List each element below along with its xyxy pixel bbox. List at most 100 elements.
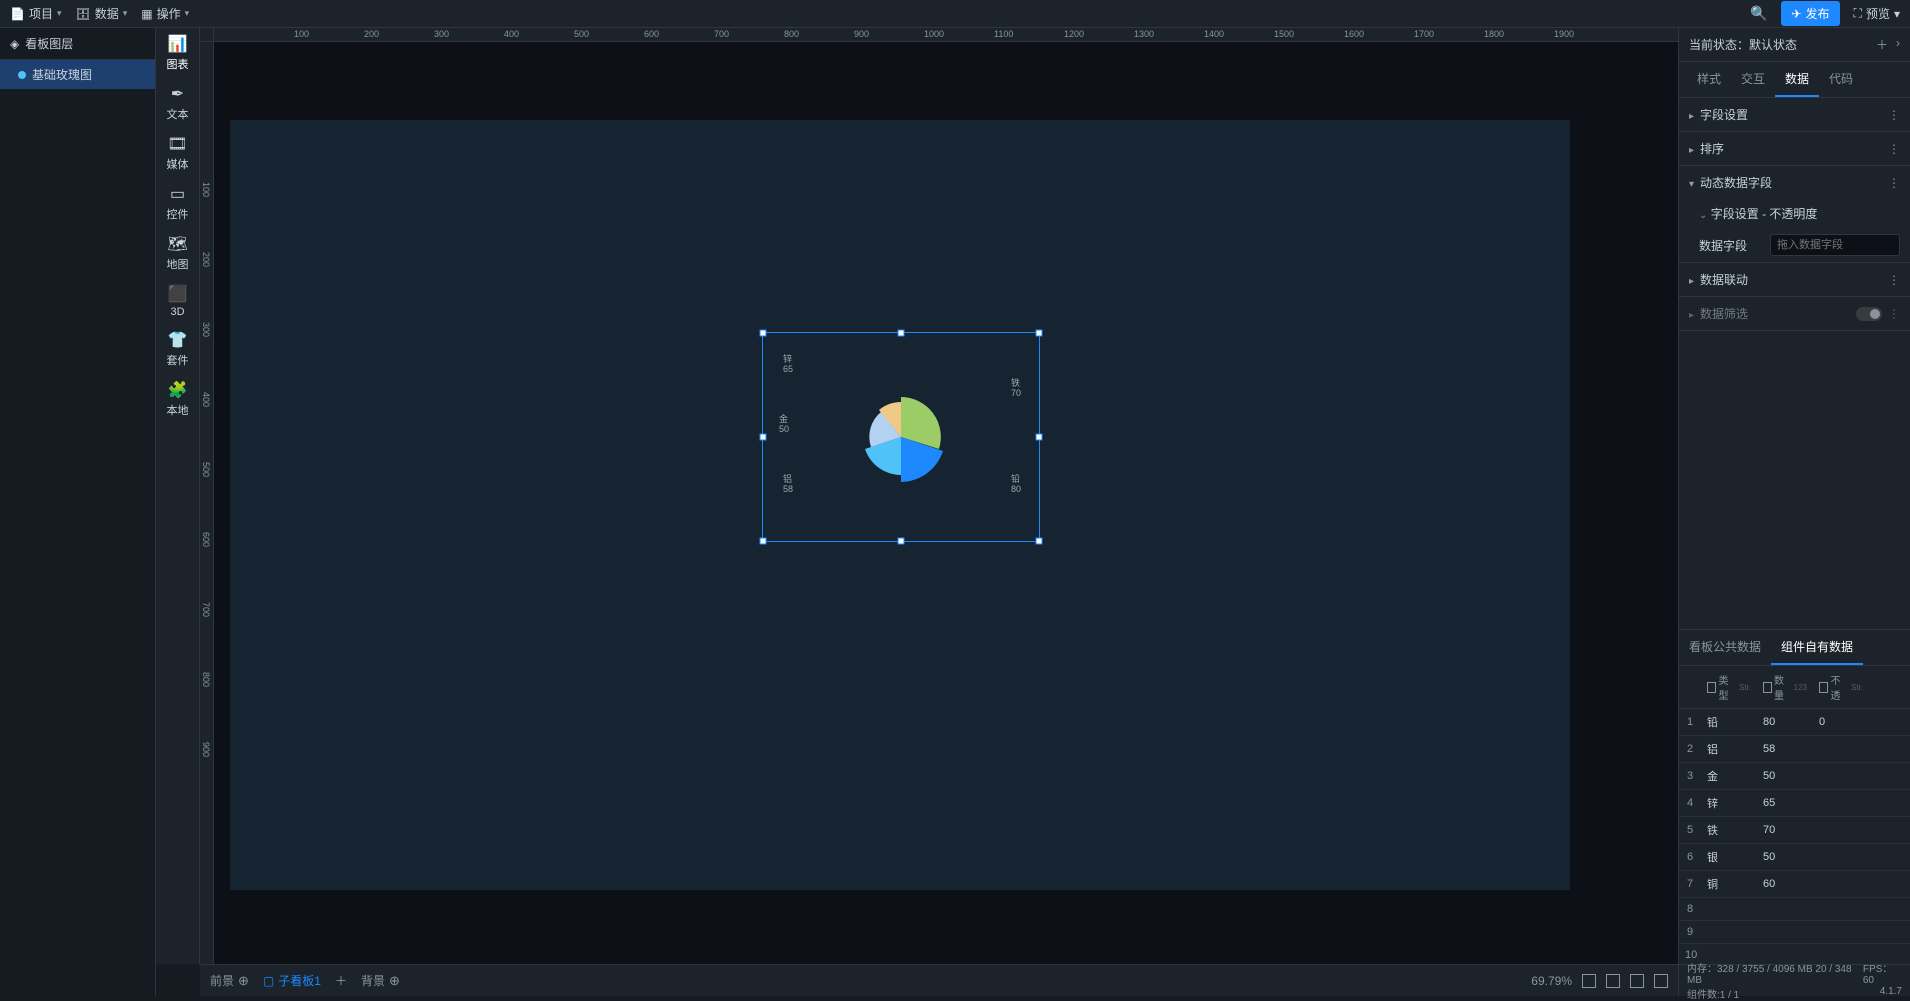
more-icon[interactable]: ⋮ [1888,142,1900,156]
table-row[interactable]: 7铜60 [1679,871,1910,898]
tab-style[interactable]: 样式 [1687,62,1731,97]
grid-icon: ▦ [141,7,152,21]
tab-code[interactable]: 代码 [1819,62,1863,97]
table-row[interactable]: 6银50 [1679,844,1910,871]
chevron-down-icon: ▾ [185,8,190,19]
tab-data[interactable]: 数据 [1775,62,1819,97]
more-icon[interactable]: ⋮ [1888,108,1900,122]
table-row[interactable]: 8 [1679,898,1910,921]
data-source-tabs: 看板公共数据 组件自有数据 [1679,629,1910,666]
table-row[interactable]: 1铅800 [1679,709,1910,736]
col-checkbox[interactable] [1707,682,1716,693]
chevron-down-icon: ▾ [1689,179,1694,190]
search-icon[interactable]: 🔍 [1750,5,1767,22]
fullscreen-icon: ⛶ [1854,6,1862,21]
add-circle-icon[interactable]: ⊕ [238,973,249,989]
fit-icon-2[interactable] [1606,974,1620,988]
menu-data[interactable]: 🗄 数据 ▾ [76,5,128,22]
more-icon[interactable]: ⋮ [1888,273,1900,287]
ruler-vertical[interactable]: 100200300 400500600 700800900 [200,42,214,964]
table-row[interactable]: 2铝58 [1679,736,1910,763]
section-field-settings[interactable]: ▸字段设置 ⋮ [1679,98,1910,131]
property-tabs: 样式 交互 数据 代码 [1679,62,1910,98]
table-row[interactable]: 5铁70 [1679,817,1910,844]
layer-status-dot [18,71,26,79]
plus-icon[interactable]: ＋ [1876,36,1888,53]
chevron-right-icon: ▸ [1689,276,1694,287]
chevron-down-icon: ▾ [57,8,62,19]
toolbar-local[interactable]: 🧩 本地 [167,380,189,418]
media-icon: 🎞 [167,134,187,154]
panel-icon: ▢ [263,974,274,988]
selected-component[interactable]: 锌65 铁70 铅80 铝58 金50 [762,332,1040,542]
more-icon[interactable]: ⋮ [1888,307,1900,321]
text-icon: ✒ [171,84,184,104]
add-circle-icon[interactable]: ⊕ [389,973,400,989]
table-row[interactable]: 4锌65 [1679,790,1910,817]
layer-panel-header: ◈ 看板图层 [0,28,155,60]
tab-subpanel[interactable]: ▢ 子看板1 [263,972,321,989]
chevron-down-icon: ▾ [123,8,128,19]
component-toolbar: 📊 图表 ✒ 文本 🎞 媒体 ▭ 控件 🗺 地图 ⬛ 3D 👕 套件 🧩 本地 [156,28,200,964]
data-table-header: 类型Str. 数量123 不透Str. [1679,666,1910,709]
col-checkbox[interactable] [1819,682,1828,693]
data-field-input[interactable] [1770,234,1900,256]
status-bar: 内存：328 / 3755 / 4096 MB 20 / 348 MB FPS：… [1678,964,1910,996]
ruler-horizontal[interactable]: 100200300 400500600 700800900 1000110012… [214,28,1678,42]
table-row[interactable]: 9 [1679,921,1910,944]
grid-toggle-icon[interactable] [1630,974,1644,988]
chart-label-iron: 铁70 [1011,379,1021,399]
section-data-link[interactable]: ▸数据联动 ⋮ [1679,263,1910,296]
filter-toggle[interactable] [1856,307,1882,321]
file-icon: 📄 [10,7,25,21]
resize-handle[interactable] [1036,330,1043,337]
section-sort[interactable]: ▸排序 ⋮ [1679,132,1910,165]
data-tab-own[interactable]: 组件自有数据 [1771,630,1863,665]
data-field-row: 数据字段 [1679,228,1910,262]
chevron-right-icon[interactable]: › [1896,36,1900,53]
table-row[interactable]: 3金50 [1679,763,1910,790]
toolbar-3d[interactable]: ⬛ 3D [168,284,188,318]
map-icon: 🗺 [167,234,187,254]
resize-handle[interactable] [760,434,767,441]
toolbar-map[interactable]: 🗺 地图 [167,234,189,272]
resize-handle[interactable] [1036,538,1043,545]
tab-add[interactable]: ＋ [335,972,347,989]
chart-label-alum: 铝58 [783,475,793,495]
toolbar-control[interactable]: ▭ 控件 [167,184,189,222]
canvas-inner[interactable]: 锌65 铁70 铅80 铝58 金50 [214,42,1678,964]
publish-button[interactable]: ✈ 发布 [1781,1,1839,26]
resize-handle[interactable] [898,538,905,545]
preview-button[interactable]: ⛶ 预览 ▾ [1854,5,1900,22]
layer-item-rose-chart[interactable]: 基础玫瑰图 [0,60,155,89]
layers-icon: ◈ [10,37,19,51]
toolbar-suite[interactable]: 👕 套件 [167,330,189,368]
resize-handle[interactable] [898,330,905,337]
top-menu-bar: 📄 项目 ▾ 🗄 数据 ▾ ▦ 操作 ▾ 🔍 ✈ 发布 ⛶ 预览 ▾ [0,0,1910,28]
resize-handle[interactable] [1036,434,1043,441]
menu-operate[interactable]: ▦ 操作 ▾ [141,5,189,22]
resize-handle[interactable] [760,538,767,545]
fit-icon[interactable] [1582,974,1596,988]
resize-handle[interactable] [760,330,767,337]
section-dynamic-field[interactable]: ▾动态数据字段 ⋮ [1679,166,1910,199]
toolbar-media[interactable]: 🎞 媒体 [167,134,189,172]
tab-background[interactable]: 背景 ⊕ [361,972,400,989]
data-tab-public[interactable]: 看板公共数据 [1679,630,1771,665]
menu-project[interactable]: 📄 项目 ▾ [10,5,62,22]
subsection-opacity[interactable]: ⌄ 字段设置 - 不透明度 [1679,199,1910,228]
rose-chart[interactable] [831,367,971,507]
panel-toggle-icon[interactable] [1654,974,1668,988]
tab-interact[interactable]: 交互 [1731,62,1775,97]
section-data-filter[interactable]: ▸数据筛选 ⋮ [1679,297,1910,330]
toolbar-text[interactable]: ✒ 文本 [167,84,189,122]
data-table[interactable]: 类型Str. 数量123 不透Str. 1铅8002铝583金504锌655铁7… [1679,666,1910,964]
more-icon[interactable]: ⋮ [1888,176,1900,190]
property-panel: 当前状态：默认状态 ＋ › 样式 交互 数据 代码 ▸字段设置 ⋮ ▸排序 ⋮ … [1678,28,1910,964]
col-checkbox[interactable] [1763,682,1772,693]
state-bar: 当前状态：默认状态 ＋ › [1679,28,1910,62]
chevron-down-icon: ▾ [1894,7,1900,21]
tab-foreground[interactable]: 前景 ⊕ [210,972,249,989]
zoom-value[interactable]: 69.79% [1531,974,1572,988]
toolbar-chart[interactable]: 📊 图表 [167,34,189,72]
